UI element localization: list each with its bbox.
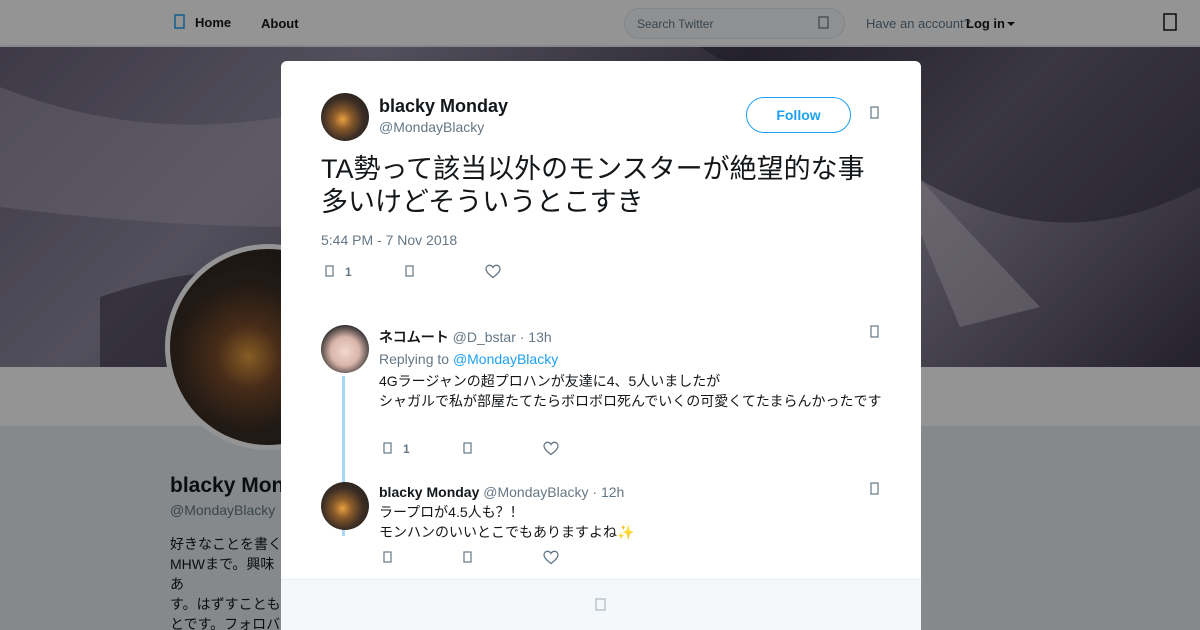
reply-tweet[interactable]: ネコムート @D_bstar · 13h Replying to @Monday…	[321, 325, 881, 465]
reply-action[interactable]: 1	[325, 265, 405, 279]
tweet-timestamp[interactable]: 5:44 PM - 7 Nov 2018	[321, 232, 457, 248]
reply-tweet[interactable]: blacky Monday @MondayBlacky · 12h ラープロが4…	[321, 482, 881, 572]
retweet-action[interactable]	[463, 551, 543, 564]
retweet-icon	[463, 442, 472, 454]
reply-icon	[383, 442, 392, 454]
reply-time[interactable]: · 13h	[520, 329, 552, 345]
reply-text-line: モンハンのいいとこでもありますよね✨	[379, 524, 635, 540]
reply-time[interactable]: · 12h	[592, 484, 624, 500]
reply-name[interactable]: ネコムート	[379, 329, 449, 345]
tweet-actions: 1	[325, 264, 501, 279]
reply-text: ラープロが4.5人も？！ モンハンのいいとこでもありますよね✨	[379, 502, 884, 542]
replying-to-prefix: Replying to	[379, 351, 450, 367]
author-handle[interactable]: @MondayBlacky	[379, 119, 484, 135]
replying-to-link[interactable]: @MondayBlacky	[453, 351, 558, 367]
reply-handle[interactable]: @D_bstar	[453, 329, 516, 345]
reply-text-line: 4Gラージャンの超プロハンが友達に4、5人いましたが	[379, 373, 721, 389]
tweet-text: TA勢って該当以外のモンスターが絶望的な事多いけどそういうとこすき	[321, 154, 865, 217]
heart-icon	[543, 550, 559, 565]
retweet-icon	[463, 551, 472, 563]
modal-footer	[281, 579, 921, 630]
reply-icon	[383, 551, 392, 563]
reply-icon	[325, 265, 334, 277]
author-avatar[interactable]	[321, 93, 369, 141]
reply-text-line: シャガルで私が部屋たてたらボロボロ死んでいくの可愛くてたまらんかったです	[379, 393, 882, 409]
author-name[interactable]: blacky Monday	[379, 96, 508, 117]
reply-count: 1	[345, 264, 352, 279]
replying-to: Replying to @MondayBlacky	[379, 351, 558, 367]
tweet-modal: blacky Monday @MondayBlacky Follow TA勢って…	[281, 61, 921, 630]
heart-icon	[485, 264, 501, 279]
like-action[interactable]	[543, 441, 559, 456]
chevron-down-icon[interactable]	[870, 325, 880, 339]
reply-action[interactable]	[383, 551, 463, 564]
chevron-down-icon[interactable]	[870, 482, 880, 496]
retweet-icon	[405, 265, 414, 277]
retweet-action[interactable]	[463, 442, 543, 455]
reply-action[interactable]: 1	[383, 442, 463, 456]
reply-name[interactable]: blacky Monday	[379, 484, 479, 500]
more-icon[interactable]	[595, 598, 607, 612]
reply-avatar[interactable]	[321, 325, 369, 373]
reply-text: 4Gラージャンの超プロハンが友達に4、5人いましたが シャガルで私が部屋たてたら…	[379, 371, 884, 411]
chevron-down-icon[interactable]	[870, 106, 880, 120]
like-action[interactable]	[485, 264, 501, 279]
heart-icon	[543, 441, 559, 456]
reply-count: 1	[403, 441, 410, 456]
reply-handle[interactable]: @MondayBlacky	[483, 484, 588, 500]
reply-header: ネコムート @D_bstar · 13h	[379, 327, 552, 347]
reply-avatar[interactable]	[321, 482, 369, 530]
retweet-action[interactable]	[405, 265, 485, 278]
reply-actions: 1	[383, 441, 559, 456]
reply-text-line: ラープロが4.5人も？！	[379, 504, 524, 520]
follow-button[interactable]: Follow	[746, 97, 851, 133]
reply-header: blacky Monday @MondayBlacky · 12h	[379, 484, 624, 500]
like-action[interactable]	[543, 550, 559, 565]
reply-actions	[383, 550, 559, 565]
